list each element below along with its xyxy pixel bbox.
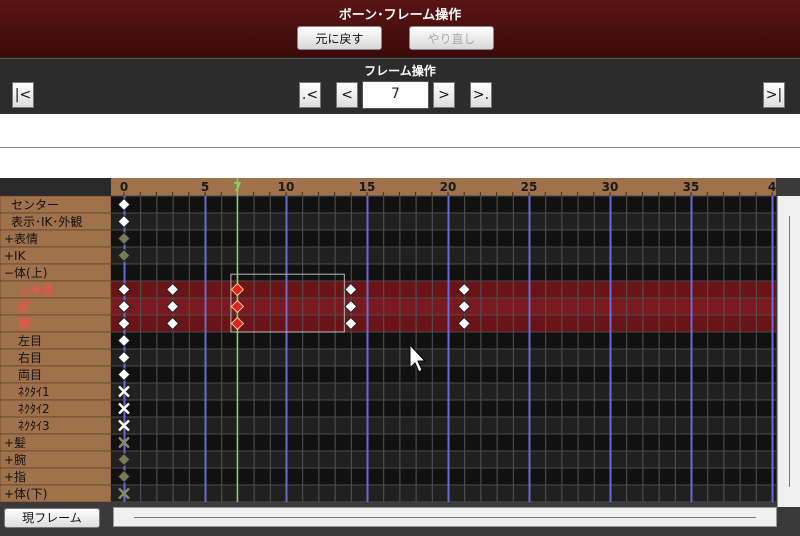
ruler-label: 0 <box>120 180 128 194</box>
bone-label[interactable]: 左目 <box>18 333 42 348</box>
bone-label[interactable]: +髪 <box>4 436 26 450</box>
ruler-label: 30 <box>602 180 619 194</box>
timeline-row[interactable] <box>111 485 776 502</box>
bone-label[interactable]: 両目 <box>18 368 42 382</box>
ruler-label: 5 <box>201 180 209 194</box>
bone-label[interactable]: ﾈｸﾀｲ1 <box>18 385 50 399</box>
vertical-scrollbar[interactable] <box>777 196 800 507</box>
timeline: 0571015202530354センター表示･IK･外観+表情+IK−体(上)上… <box>0 178 800 508</box>
timeline-row[interactable] <box>111 383 776 400</box>
horizontal-scrollbar[interactable] <box>113 507 777 527</box>
timeline-row[interactable] <box>111 400 776 417</box>
timeline-row[interactable] <box>111 315 776 332</box>
timeline-row[interactable] <box>111 366 776 383</box>
bone-label-cell[interactable] <box>0 382 112 401</box>
undo-button[interactable]: 元に戻す <box>297 26 382 50</box>
timeline-row[interactable] <box>111 298 776 315</box>
first-frame-button[interactable]: |< <box>12 82 34 108</box>
redo-button[interactable]: やり直し <box>409 26 494 50</box>
horizontal-scroll-track <box>134 517 756 518</box>
bone-label[interactable]: ﾈｸﾀｲ3 <box>18 419 50 433</box>
next-key-button[interactable]: >. <box>470 82 492 108</box>
current-frame-button[interactable]: 現フレーム <box>4 508 100 528</box>
bone-label-cell[interactable] <box>0 297 112 316</box>
bone-label[interactable]: 表示･IK･外観 <box>11 215 82 229</box>
ruler-label: 20 <box>440 180 457 194</box>
bone-label-cell[interactable] <box>0 280 112 299</box>
timeline-row[interactable] <box>111 468 776 485</box>
vertical-scroll-track <box>789 216 790 487</box>
bone-frame-panel: ボーン･フレーム操作 元に戻す やり直し <box>0 0 800 58</box>
bone-label[interactable]: +IK <box>4 249 27 263</box>
timeline-row[interactable] <box>111 213 776 230</box>
bone-label[interactable]: +指 <box>4 469 26 484</box>
bone-label-cell[interactable] <box>0 314 112 333</box>
bone-frame-panel-title: ボーン･フレーム操作 <box>338 8 462 23</box>
bone-label[interactable]: +表情 <box>4 232 38 246</box>
label-header <box>0 178 111 196</box>
bone-label-cell[interactable] <box>0 331 112 350</box>
bone-label-cell[interactable] <box>0 365 112 384</box>
bone-label-cell[interactable] <box>0 416 112 435</box>
prev-frame-button[interactable]: < <box>336 82 358 108</box>
timeline-grid[interactable]: 0571015202530354センター表示･IK･外観+表情+IK−体(上)上… <box>0 178 800 508</box>
timeline-row[interactable] <box>111 349 776 366</box>
frame-panel-title: フレーム操作 <box>364 64 436 78</box>
ruler-label: 15 <box>359 180 376 194</box>
ruler-label: 4 <box>768 180 776 194</box>
ruler-label: 10 <box>278 180 295 194</box>
timeline-row[interactable] <box>111 417 776 434</box>
ruler-label: 35 <box>683 180 700 194</box>
last-frame-button[interactable]: >| <box>763 82 785 108</box>
bone-label[interactable]: +腕 <box>4 452 26 467</box>
frame-number-input[interactable]: 7 <box>362 81 429 109</box>
blank-area-upper <box>0 114 800 148</box>
timeline-row[interactable] <box>111 434 776 451</box>
timeline-row[interactable] <box>111 247 776 264</box>
timeline-row[interactable] <box>111 451 776 468</box>
bone-label[interactable]: ﾈｸﾀｲ2 <box>18 402 50 416</box>
prev-key-button[interactable]: .< <box>299 82 321 108</box>
timeline-row[interactable] <box>111 230 776 247</box>
next-frame-button[interactable]: > <box>433 82 455 108</box>
bone-label[interactable]: −体(上) <box>4 266 47 280</box>
bone-label[interactable]: センター <box>11 198 59 212</box>
timeline-row[interactable] <box>111 196 776 213</box>
timeline-row[interactable] <box>111 264 776 281</box>
timeline-row[interactable] <box>111 332 776 349</box>
ruler-label: 25 <box>521 180 538 194</box>
bone-label[interactable]: 右目 <box>18 350 42 365</box>
bone-label[interactable]: 首 <box>18 300 30 314</box>
bone-label-cell[interactable] <box>0 399 112 418</box>
bone-label[interactable]: 頭 <box>18 317 30 331</box>
blank-area-lower <box>0 148 800 178</box>
bone-label[interactable]: +体(下) <box>4 487 47 501</box>
bone-label-cell[interactable] <box>0 348 112 367</box>
timeline-row[interactable] <box>111 281 776 298</box>
bone-label[interactable]: 上半身 <box>18 282 54 297</box>
